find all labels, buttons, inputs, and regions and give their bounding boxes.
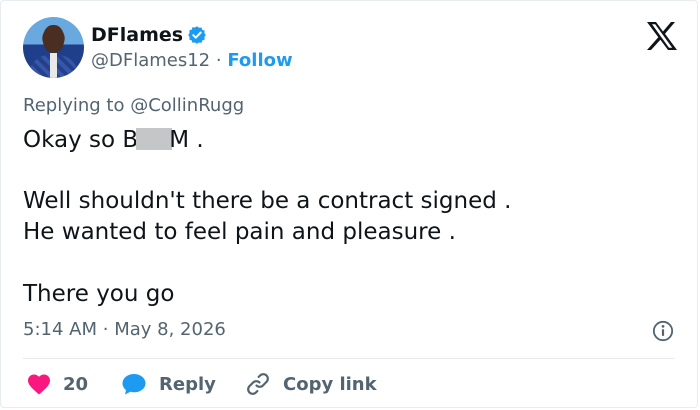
- tweet-text-line-3: He wanted to feel pain and pleasure .: [23, 219, 456, 245]
- like-count: 20: [63, 373, 89, 395]
- avatar-head: [43, 25, 64, 53]
- author-handle-row: @DFlames12 · Follow: [91, 49, 293, 73]
- author-name[interactable]: DFlames: [91, 23, 183, 47]
- timestamp-time: 5:14 AM: [23, 319, 97, 340]
- x-logo-icon[interactable]: [646, 21, 678, 51]
- redaction-block: [136, 128, 173, 150]
- link-icon: [247, 373, 269, 395]
- copy-link-label: Copy link: [283, 373, 377, 395]
- reply-context-prefix: Replying to: [23, 95, 125, 116]
- avatar[interactable]: [23, 17, 84, 78]
- timestamp-separator: ·: [102, 319, 109, 340]
- reply-label: Reply: [159, 373, 216, 395]
- heart-icon: [28, 374, 50, 395]
- tweet-text-line-1-start: Okay so B: [23, 127, 139, 153]
- copy-link-button[interactable]: Copy link: [245, 370, 377, 398]
- tweet-text-line-4: There you go: [23, 281, 175, 307]
- tweet-timestamp[interactable]: 5:14 AM · May 8, 2026: [23, 318, 226, 342]
- reply-context: Replying to @CollinRugg: [23, 94, 244, 118]
- tweet-text-line-2: Well shouldn't there be a contract signe…: [23, 188, 512, 214]
- handle-separator: ·: [215, 50, 222, 71]
- reply-button[interactable]: Reply: [121, 370, 216, 398]
- timestamp-date: May 8, 2026: [114, 319, 226, 340]
- author-handle[interactable]: @DFlames12: [91, 50, 210, 71]
- avatar-shirt: [50, 53, 57, 78]
- divider: [23, 358, 675, 359]
- follow-button[interactable]: Follow: [227, 50, 292, 71]
- verified-badge-icon: [188, 26, 206, 44]
- like-button[interactable]: 20: [27, 370, 88, 398]
- tweet-text-line-1-end: M .: [169, 127, 204, 153]
- reply-mention-link[interactable]: @CollinRugg: [130, 95, 244, 116]
- reply-bubble-icon: [122, 374, 146, 395]
- tweet-text-line-1: Okay so B M .: [23, 125, 204, 155]
- tweet-card: DFlames @DFlames12 · Follow Replying to …: [0, 0, 698, 408]
- info-icon[interactable]: [652, 320, 674, 342]
